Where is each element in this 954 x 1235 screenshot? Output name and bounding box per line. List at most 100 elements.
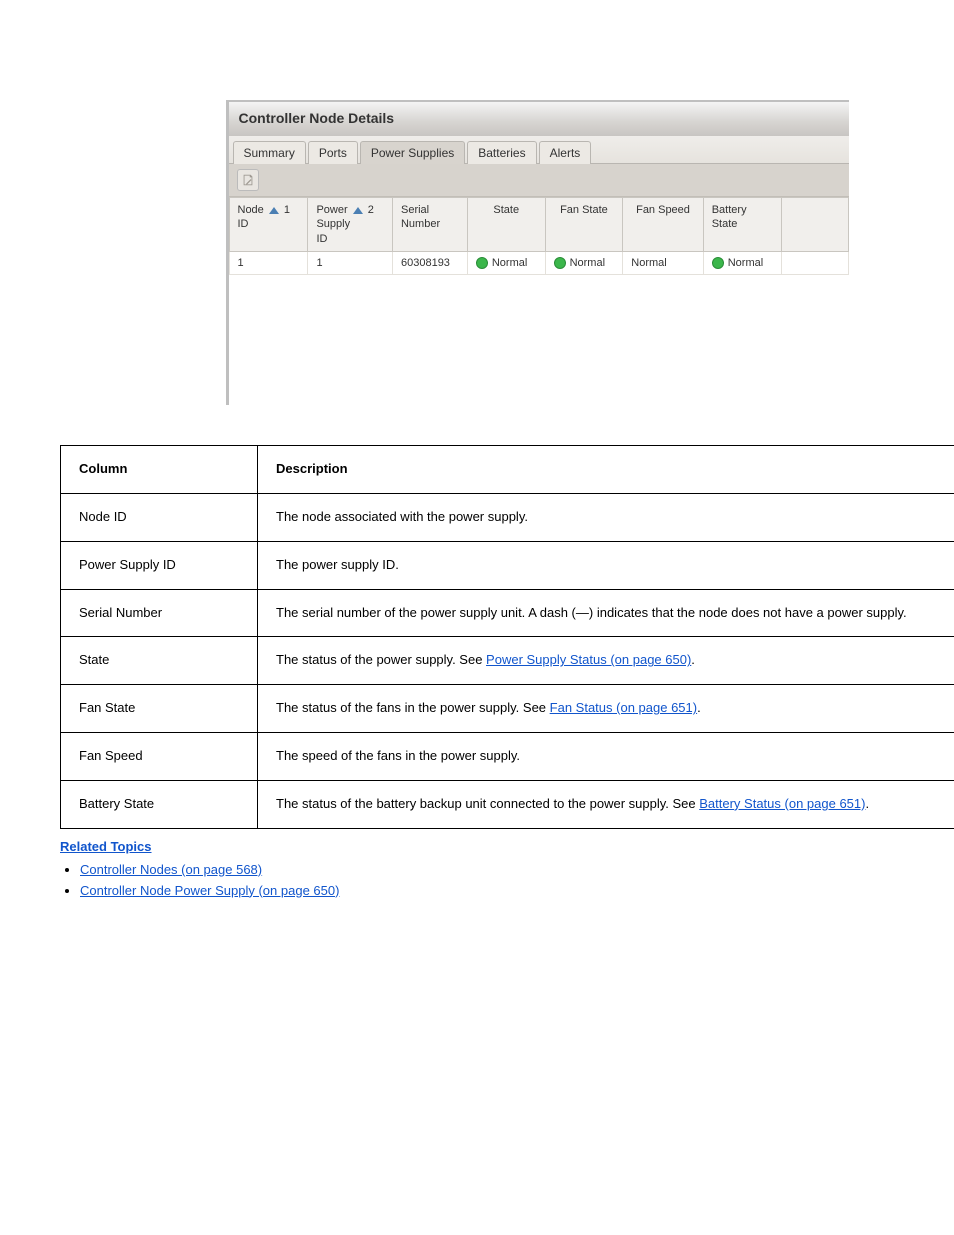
col-state[interactable]: State: [467, 198, 545, 252]
status-dot-icon: [554, 257, 566, 269]
desc-col-text: The status of the battery backup unit co…: [258, 780, 954, 828]
tab-label: Alerts: [550, 146, 581, 160]
link-battery-status[interactable]: Battery Status (on page 651): [699, 796, 865, 811]
tab-label: Batteries: [478, 146, 525, 160]
tab-summary[interactable]: Summary: [233, 141, 306, 164]
controller-node-details-panel: Controller Node Details Summary Ports Po…: [226, 100, 849, 405]
desc-col-name: Serial Number: [61, 589, 258, 637]
cell-state: Normal: [467, 251, 545, 274]
cell-value: Normal: [492, 257, 527, 269]
sort-asc-icon: [353, 207, 363, 214]
desc-col-name: Fan Speed: [61, 733, 258, 781]
col-fan-state[interactable]: Fan State: [545, 198, 623, 252]
col-node-id[interactable]: Node 1 ID: [229, 198, 308, 252]
col-label: Supply: [316, 218, 350, 230]
desc-header-row: Column Description: [61, 445, 954, 493]
sort-order: 2: [368, 204, 374, 216]
status-dot-icon: [476, 257, 488, 269]
tab-strip: Summary Ports Power Supplies Batteries A…: [229, 136, 849, 164]
link-fan-status[interactable]: Fan Status (on page 651): [550, 700, 697, 715]
desc-col-text: The status of the power supply. See Powe…: [258, 637, 954, 685]
panel-header: Controller Node Details: [229, 102, 849, 136]
tab-label: Summary: [244, 146, 295, 160]
desc-row: Fan Speed The speed of the fans in the p…: [61, 733, 954, 781]
tab-power-supplies[interactable]: Power Supplies: [360, 141, 465, 164]
desc-text: .: [865, 796, 869, 811]
toolbar: [229, 164, 849, 197]
col-battery-state[interactable]: Battery State: [703, 198, 781, 252]
link-controller-node-power-supply[interactable]: Controller Node Power Supply (on page 65…: [80, 883, 339, 898]
related-topics-list: Controller Nodes (on page 568) Controlle…: [80, 862, 954, 898]
col-label: Fan Speed: [636, 204, 690, 216]
desc-col-name: State: [61, 637, 258, 685]
desc-text: .: [691, 652, 695, 667]
tab-ports[interactable]: Ports: [308, 141, 358, 164]
desc-col-name: Battery State: [61, 780, 258, 828]
related-topics: Related Topics Controller Nodes (on page…: [60, 839, 954, 898]
desc-row: Node ID The node associated with the pow…: [61, 493, 954, 541]
power-supply-grid: Node 1 ID Power 2 Supply ID Serial: [229, 197, 849, 405]
cell-battery-state: Normal: [703, 251, 781, 274]
cell-fan-speed: Normal: [623, 251, 703, 274]
col-label: ID: [238, 218, 249, 230]
related-topics-link[interactable]: Related Topics: [60, 839, 152, 854]
desc-col-text: The status of the fans in the power supp…: [258, 685, 954, 733]
tab-label: Power Supplies: [371, 146, 454, 160]
sort-order: 1: [284, 204, 290, 216]
col-label: State: [493, 204, 519, 216]
desc-row: Serial Number The serial number of the p…: [61, 589, 954, 637]
col-fan-speed[interactable]: Fan Speed: [623, 198, 703, 252]
grid-blank-area: [229, 274, 848, 405]
desc-text: .: [697, 700, 701, 715]
sort-asc-icon: [269, 207, 279, 214]
table-row[interactable]: 1 1 60308193 Normal Normal Normal Normal: [229, 251, 848, 274]
col-label: State: [712, 218, 738, 230]
cell-fan-state: Normal: [545, 251, 623, 274]
col-label: Serial: [401, 204, 429, 216]
desc-row: Power Supply ID The power supply ID.: [61, 541, 954, 589]
cell-value: Normal: [728, 257, 763, 269]
panel-title: Controller Node Details: [239, 110, 395, 126]
related-topics-heading: Related Topics: [60, 839, 954, 854]
tab-label: Ports: [319, 146, 347, 160]
desc-header-description: Description: [258, 445, 954, 493]
desc-row: Fan State The status of the fans in the …: [61, 685, 954, 733]
desc-col-name: Power Supply ID: [61, 541, 258, 589]
grid-header-row: Node 1 ID Power 2 Supply ID Serial: [229, 198, 848, 252]
col-label: Battery: [712, 204, 747, 216]
col-label: Fan State: [560, 204, 608, 216]
cell-node-id: 1: [229, 251, 308, 274]
desc-text: The status of the power supply. See: [276, 652, 486, 667]
cell-value: Normal: [570, 257, 605, 269]
pencil-page-icon: [241, 173, 255, 187]
desc-text: The status of the fans in the power supp…: [276, 700, 550, 715]
list-item: Controller Node Power Supply (on page 65…: [80, 883, 954, 898]
link-power-supply-status[interactable]: Power Supply Status (on page 650): [486, 652, 691, 667]
document-edit-icon[interactable]: [237, 169, 259, 191]
desc-col-text: The power supply ID.: [258, 541, 954, 589]
col-label: ID: [316, 233, 327, 245]
col-label: Node: [238, 204, 264, 216]
desc-header-column: Column: [61, 445, 258, 493]
desc-col-name: Fan State: [61, 685, 258, 733]
desc-text: The status of the battery backup unit co…: [276, 796, 699, 811]
desc-row: State The status of the power supply. Se…: [61, 637, 954, 685]
link-controller-nodes[interactable]: Controller Nodes (on page 568): [80, 862, 262, 877]
desc-col-text: The serial number of the power supply un…: [258, 589, 954, 637]
cell-spacer: [781, 251, 848, 274]
col-spacer: [781, 198, 848, 252]
list-item: Controller Nodes (on page 568): [80, 862, 954, 877]
cell-serial-number: 60308193: [392, 251, 467, 274]
cell-power-supply-id: 1: [308, 251, 393, 274]
tab-batteries[interactable]: Batteries: [467, 141, 536, 164]
column-description-table: Column Description Node ID The node asso…: [60, 445, 954, 829]
tab-alerts[interactable]: Alerts: [539, 141, 592, 164]
col-label: Number: [401, 218, 440, 230]
desc-col-text: The node associated with the power suppl…: [258, 493, 954, 541]
desc-col-text: The speed of the fans in the power suppl…: [258, 733, 954, 781]
col-serial-number[interactable]: Serial Number: [392, 198, 467, 252]
col-label: Power: [316, 204, 347, 216]
status-dot-icon: [712, 257, 724, 269]
col-power-supply-id[interactable]: Power 2 Supply ID: [308, 198, 393, 252]
desc-row: Battery State The status of the battery …: [61, 780, 954, 828]
